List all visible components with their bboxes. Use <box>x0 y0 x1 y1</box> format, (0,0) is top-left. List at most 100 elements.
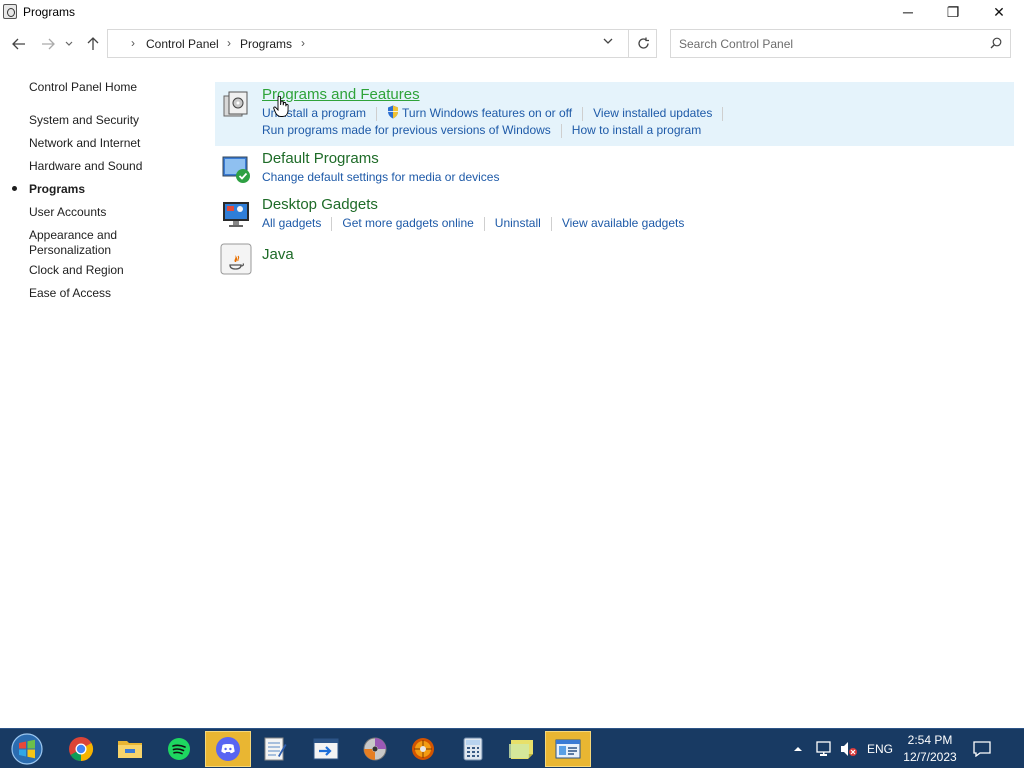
taskbar-calculator[interactable] <box>450 731 496 767</box>
link-divider <box>376 106 378 121</box>
language-indicator[interactable]: ENG <box>867 729 893 769</box>
java-icon <box>220 243 252 275</box>
sidebar-item-hardware-and-sound[interactable]: Hardware and Sound <box>29 159 189 174</box>
link-divider <box>550 216 552 231</box>
taskbar-system-tool[interactable] <box>400 731 446 767</box>
calculator-icon <box>463 737 483 761</box>
speaker-muted-icon <box>841 742 857 756</box>
taskbar-notepad[interactable] <box>252 731 298 767</box>
taskbar-discord[interactable] <box>205 731 251 767</box>
how-to-install-link[interactable]: How to install a program <box>572 123 701 137</box>
refresh-button[interactable] <box>628 30 657 57</box>
network-tray-icon[interactable] <box>815 729 835 769</box>
close-button[interactable]: ✕ <box>976 0 1022 24</box>
windows-orb-icon <box>11 733 43 765</box>
view-available-gadgets-link[interactable]: View available gadgets <box>562 216 685 230</box>
discord-icon <box>216 737 240 761</box>
breadcrumb-chevron-icon: › <box>301 36 305 50</box>
programs-and-features-links-row2: Run programs made for previous versions … <box>262 123 701 138</box>
category-java: Java <box>215 242 1014 278</box>
minimize-button[interactable]: ─ <box>885 0 931 24</box>
spotify-icon <box>168 738 190 760</box>
chevron-up-icon <box>794 747 802 751</box>
up-button[interactable] <box>83 34 103 54</box>
search-icon[interactable] <box>990 37 1002 49</box>
desktop-gadgets-links: All gadgets Get more gadgets online Uninst… <box>262 216 684 231</box>
folder-icon <box>118 741 142 758</box>
notepad-icon <box>264 737 287 761</box>
taskbar: ENG 2:54 PM 12/7/2023 <box>0 728 1024 768</box>
window-title: Programs <box>23 5 76 19</box>
taskbar-remote-app[interactable] <box>303 731 349 767</box>
control-panel-app-icon <box>555 739 581 759</box>
sidebar-item-user-accounts[interactable]: User Accounts <box>29 205 189 220</box>
desktop-gadgets-link[interactable]: Desktop Gadgets <box>262 196 378 213</box>
back-arrow-icon <box>12 38 25 50</box>
recent-locations-button[interactable] <box>62 34 76 54</box>
volume-tray-icon[interactable] <box>840 729 858 769</box>
breadcrumb-chevron-icon: › <box>131 36 135 50</box>
start-button[interactable] <box>4 731 50 767</box>
network-icon <box>816 741 831 756</box>
taskbar-sticky-notes[interactable] <box>499 731 545 767</box>
chrome-icon <box>69 737 94 761</box>
sidebar-item-clock-and-region[interactable]: Clock and Region <box>29 263 189 278</box>
taskbar-media-disc[interactable] <box>352 731 398 767</box>
link-divider <box>722 106 724 121</box>
search-box[interactable] <box>670 29 1011 58</box>
programs-and-features-links: Uninstall a program Turn Windows features… <box>262 105 733 121</box>
sidebar-item-ease-of-access[interactable]: Ease of Access <box>29 286 189 301</box>
sidebar-item-programs[interactable]: Programs <box>29 182 189 197</box>
breadcrumb-chevron-icon: › <box>227 36 231 50</box>
remote-app-icon <box>313 738 339 760</box>
change-default-settings-link[interactable]: Change default settings for media or dev… <box>262 170 499 184</box>
taskbar-spotify[interactable] <box>156 731 202 767</box>
clock-date: 12/7/2023 <box>903 750 957 764</box>
sidebar-item-control-panel-home[interactable]: Control Panel Home <box>29 80 189 95</box>
sticky-notes-icon <box>509 740 533 759</box>
sidebar-item-network-and-internet[interactable]: Network and Internet <box>29 136 189 151</box>
uninstall-gadget-link[interactable]: Uninstall <box>495 216 541 230</box>
view-installed-updates-link[interactable]: View installed updates <box>593 106 712 120</box>
action-center-button[interactable] <box>973 729 991 769</box>
sidebar-item-system-and-security[interactable]: System and Security <box>29 113 189 128</box>
category-desktop-gadgets: Desktop Gadgets All gadgets Get more gadg… <box>215 196 1014 236</box>
clock[interactable]: 2:54 PM 12/7/2023 <box>898 732 962 766</box>
restore-button[interactable]: ❐ <box>930 0 976 24</box>
forward-button[interactable] <box>38 34 58 54</box>
windows-features-link[interactable]: Turn Windows features on or off <box>402 106 572 120</box>
taskbar-chrome[interactable] <box>58 731 104 767</box>
link-divider <box>560 123 562 138</box>
show-hidden-icons-button[interactable] <box>793 729 803 769</box>
default-programs-icon <box>222 156 250 183</box>
desktop-gadgets-icon <box>223 202 249 227</box>
search-input[interactable] <box>679 36 979 52</box>
notification-icon <box>973 741 991 757</box>
control-panel-icon <box>3 4 17 19</box>
taskbar-file-explorer[interactable] <box>107 731 153 767</box>
refresh-icon <box>637 37 649 49</box>
forward-arrow-icon <box>42 38 55 50</box>
taskbar-control-panel[interactable] <box>545 731 591 767</box>
up-arrow-icon <box>87 37 99 50</box>
address-dropdown-icon[interactable] <box>603 36 613 48</box>
active-bullet-icon <box>12 186 17 191</box>
category-default-programs: Default Programs Change default settings… <box>215 150 1014 190</box>
java-link[interactable]: Java <box>262 246 294 263</box>
disc-icon <box>363 737 387 761</box>
default-programs-link[interactable]: Default Programs <box>262 150 379 167</box>
all-gadgets-link[interactable]: All gadgets <box>262 216 321 230</box>
compatibility-link[interactable]: Run programs made for previous versions … <box>262 123 551 137</box>
breadcrumb-control-panel[interactable]: Control Panel <box>146 37 219 51</box>
hand-cursor-icon <box>273 96 289 117</box>
chevron-down-icon <box>65 41 73 46</box>
link-divider <box>331 216 333 231</box>
link-divider <box>582 106 584 121</box>
link-divider <box>483 216 485 231</box>
address-bar[interactable]: › Control Panel › Programs › <box>107 29 657 58</box>
breadcrumb-programs[interactable]: Programs <box>240 37 292 51</box>
sidebar-item-appearance[interactable]: Appearance and Personalization <box>29 228 129 258</box>
globe-disc-icon <box>412 738 434 760</box>
back-button[interactable] <box>9 34 29 54</box>
get-more-gadgets-link[interactable]: Get more gadgets online <box>342 216 473 230</box>
